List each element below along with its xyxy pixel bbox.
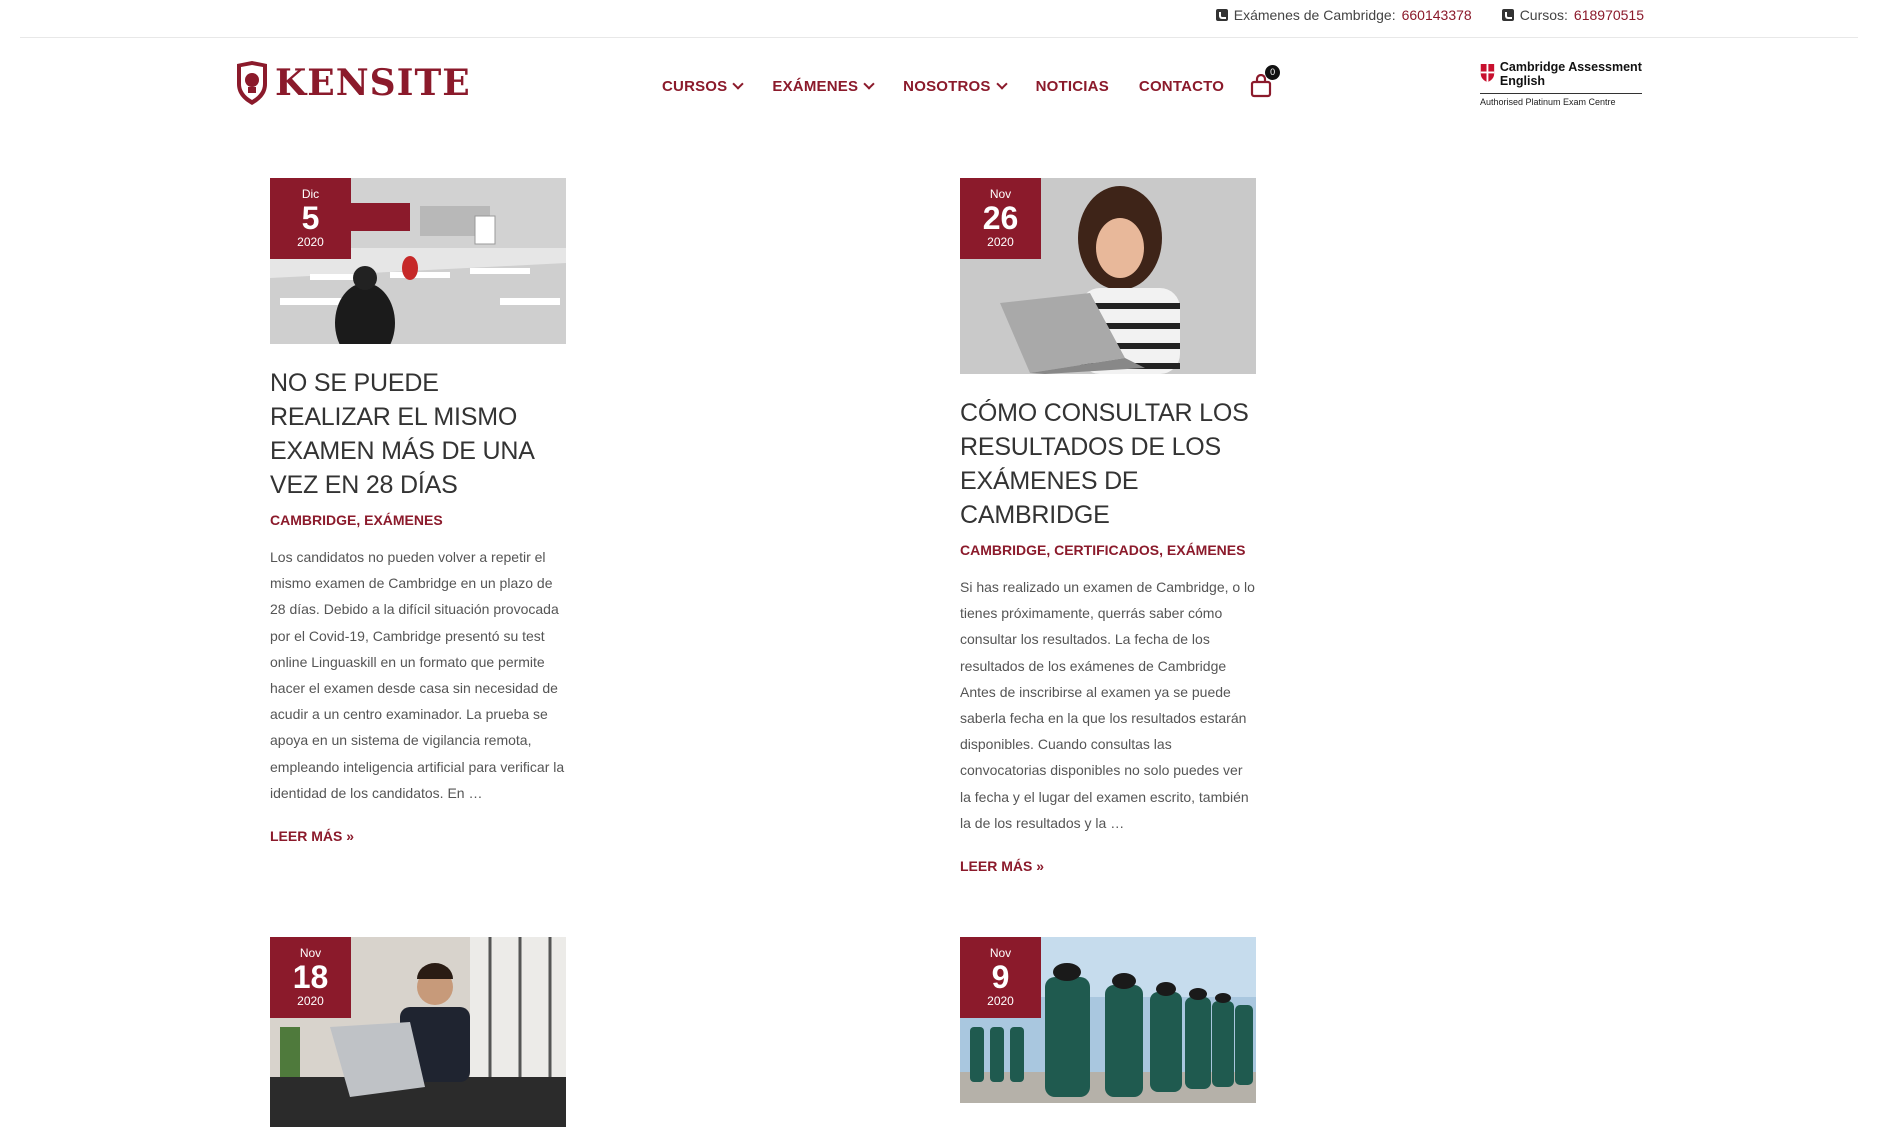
site-header: KENSITE CURSOS EXÁMENES NOSOTROS NOTICIA… [0,38,1878,130]
post-categories[interactable]: CAMBRIDGE, CERTIFICADOS, EXÁMENES [960,540,1256,560]
post-date-day: 18 [292,959,329,995]
post-categories[interactable]: CAMBRIDGE, EXÁMENES [270,510,566,530]
phone-icon [1501,9,1514,21]
site-logo[interactable]: KENSITE [235,60,471,106]
chevron-down-icon [732,78,745,90]
nav-item-nosotros[interactable]: NOSOTROS [903,77,1008,95]
cambridge-subtitle: Authorised Platinum Exam Centre [1480,97,1616,107]
post-date-month: Nov [299,946,322,960]
post-title[interactable]: NO SE PUEDE REALIZAR EL MISMO EXAMEN MÁS… [270,366,566,502]
top-bar: Exámenes de Cambridge: 660143378 Cursos:… [0,0,1878,38]
contact-exams: Exámenes de Cambridge: 660143378 [1215,7,1472,23]
cambridge-badge: Cambridge Assessment English Authorised … [1480,60,1642,107]
cambridge-divider [1480,93,1642,94]
post-date-badge: Nov 18 2020 [270,937,351,1018]
contact-exams-number[interactable]: 660143378 [1402,7,1472,23]
post-card: Nov 18 2020 [270,937,566,1127]
phone-icon [1215,9,1228,21]
post-thumbnail[interactable]: Dic 5 2020 [270,178,566,344]
nav-label: CONTACTO [1138,77,1225,95]
post-title[interactable]: CÓMO CONSULTAR LOS RESULTADOS DE LOS EXÁ… [960,396,1256,532]
post-excerpt: Los candidatos no pueden volver a repeti… [270,549,565,801]
nav-label: NOSOTROS [903,77,991,95]
nav-item-examenes[interactable]: EXÁMENES [772,77,875,95]
post-date-badge: Dic 5 2020 [270,178,351,259]
post-thumbnail[interactable]: Nov 18 2020 [270,937,566,1127]
post-card: Dic 5 2020 NO SE PUEDE REALIZAR EL MISMO… [270,178,566,844]
post-card: Nov 26 2020 CÓMO CONSULTAR LOS RESULTADO… [960,178,1256,874]
cart-count-badge: 0 [1265,65,1281,80]
post-date-badge: Nov 9 2020 [960,937,1041,1018]
chevron-down-icon [863,78,875,90]
post-date-year: 2020 [987,994,1014,1008]
contact-list: Exámenes de Cambridge: 660143378 Cursos:… [1215,7,1644,23]
post-date-badge: Nov 26 2020 [960,178,1041,259]
logo-text: KENSITE [275,62,471,104]
chevron-down-icon [995,78,1008,90]
cambridge-shield-icon [1480,64,1495,82]
post-date-year: 2020 [297,994,324,1008]
contact-courses: Cursos: 618970515 [1501,7,1644,23]
nav-label: CURSOS [662,77,728,95]
read-more-link[interactable]: LEER MÁS » [270,828,566,844]
contact-courses-number[interactable]: 618970515 [1574,7,1644,23]
post-date-month: Nov [989,946,1012,960]
post-card: Nov 9 2020 [960,937,1256,1103]
cambridge-title: Cambridge Assessment English [1499,60,1642,88]
post-date-month: Dic [301,187,320,201]
nav-item-contacto[interactable]: CONTACTO [1139,78,1224,95]
contact-courses-label: Cursos: [1519,7,1568,23]
cart-button[interactable]: 0 [1250,65,1281,98]
post-date-month: Nov [989,187,1012,201]
nav-label: EXÁMENES [772,77,859,95]
post-date-day: 5 [301,200,320,236]
nav-label: NOTICIAS [1035,77,1109,95]
read-more-link[interactable]: LEER MÁS » [960,858,1256,874]
post-thumbnail[interactable]: Nov 9 2020 [960,937,1256,1103]
post-thumbnail[interactable]: Nov 26 2020 [960,178,1256,374]
nav-item-cursos[interactable]: CURSOS [662,77,745,95]
nav-item-noticias[interactable]: NOTICIAS [1036,78,1109,95]
contact-exams-label: Exámenes de Cambridge: [1233,7,1396,23]
post-date-year: 2020 [297,235,324,249]
shield-icon [237,61,267,105]
main-nav: CURSOS EXÁMENES NOSOTROS NOTICIAS CONTAC… [662,65,1281,98]
post-date-day: 9 [991,959,1010,995]
post-excerpt: Si has realizado un examen de Cambridge,… [960,579,1255,831]
post-date-year: 2020 [987,235,1014,249]
post-date-day: 26 [982,200,1019,236]
